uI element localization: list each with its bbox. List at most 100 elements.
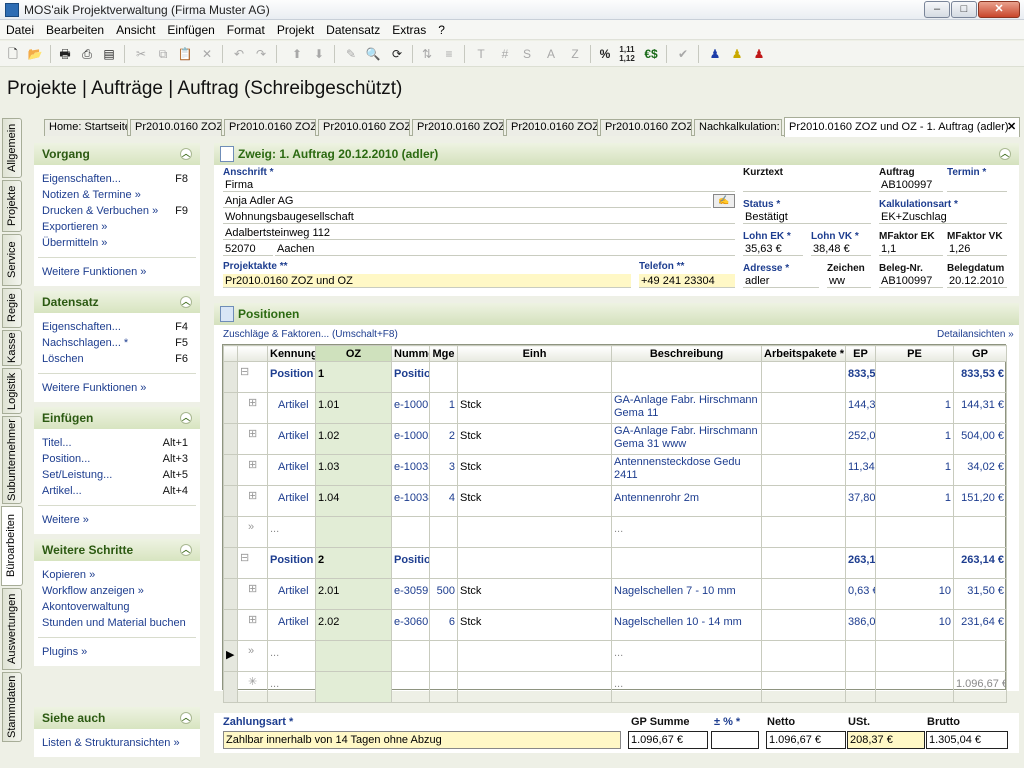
cell-kennung[interactable]: Position (267, 547, 316, 579)
zahlungsart-field[interactable]: Zahlbar innerhalb von 14 Tagen ohne Abzu… (223, 731, 621, 749)
doc-tab-8[interactable]: Pr2010.0160 ZOZ und OZ - 1. Auftrag (adl… (784, 117, 1020, 137)
cell-mge[interactable]: 3 (429, 454, 458, 486)
cell-ap[interactable] (761, 485, 846, 517)
cell-ap[interactable] (761, 578, 846, 610)
page-setup-icon[interactable]: ▤ (100, 45, 118, 63)
cell-nummer[interactable]: Position (391, 547, 430, 579)
task-link[interactable]: Stunden und Material buchen (34, 615, 200, 631)
open-icon[interactable]: 📂 (26, 45, 44, 63)
doc-tab-6[interactable]: Pr2010.0160 ZOZ (600, 119, 692, 136)
more-link[interactable]: Plugins » (34, 644, 200, 660)
task-link[interactable]: Kopieren » (34, 567, 200, 583)
cell-gp[interactable]: 31,50 € (953, 578, 1007, 610)
cell-nummer[interactable]: Position (391, 361, 430, 393)
cell-oz[interactable] (315, 516, 392, 548)
cell-gp[interactable]: 263,14 € (953, 547, 1007, 579)
cell-pe[interactable]: 1 (875, 485, 954, 517)
text-t-icon[interactable]: T (472, 45, 490, 63)
doc-tab-4[interactable]: Pr2010.0160 ZOZ (412, 119, 504, 136)
column-header-1[interactable]: OZ (315, 345, 392, 362)
row-selector[interactable] (223, 423, 238, 455)
close-button[interactable]: ✕ (978, 1, 1020, 18)
print-preview-icon[interactable]: ⎙ (78, 45, 96, 63)
cell-gp[interactable]: 1.096,67 € (953, 671, 1007, 703)
table-row[interactable]: ⊞Artikel1.01e-100011StckGA-Anlage Fabr. … (223, 392, 1007, 424)
cell-kennung[interactable]: Position (267, 361, 316, 393)
doc-tab-7[interactable]: Nachkalkulation: (694, 119, 782, 136)
cell-einh[interactable]: Stck (457, 609, 612, 641)
print-icon[interactable]: 🖶 (56, 45, 74, 63)
cell-beschr[interactable]: Antennenrohr 2m (611, 485, 762, 517)
cell-ep[interactable]: 833,53 € (845, 361, 876, 393)
menu-1[interactable]: Bearbeiten (40, 20, 110, 37)
belegnr-field[interactable]: AB100997 (879, 274, 943, 288)
cell-nummer[interactable]: e-10002 (391, 423, 430, 455)
collapse-chevron-icon[interactable]: ︿ (180, 148, 192, 160)
cell-nummer[interactable]: e-3059 (391, 578, 430, 610)
text-s-icon[interactable]: S (518, 45, 536, 63)
cell-nummer[interactable] (391, 671, 430, 703)
projektakte-field[interactable]: Pr2010.0160 ZOZ und OZ (223, 274, 631, 288)
adresse-field[interactable]: adler (743, 274, 819, 288)
cell-ep[interactable] (845, 671, 876, 703)
cell-ep[interactable]: 144,31 € (845, 392, 876, 424)
cell-mge[interactable]: 6 (429, 609, 458, 641)
tree-node-icon[interactable]: » (237, 640, 268, 672)
copy-icon[interactable]: ⧉ (154, 45, 172, 63)
cell-einh[interactable] (457, 361, 612, 393)
menu-4[interactable]: Format (221, 20, 271, 37)
cell-oz[interactable]: 2.02 (315, 609, 392, 641)
cell-ep[interactable]: 252,00 € (845, 423, 876, 455)
table-row[interactable]: ⊞Artikel1.04e-100384StckAntennenrohr 2m 3… (223, 485, 1007, 517)
redo-icon[interactable]: ↷ (252, 45, 270, 63)
vtab-9[interactable]: Stammdaten (2, 672, 22, 742)
anschrift-line-2[interactable]: Anja Adler AG (223, 194, 711, 208)
cell-einh[interactable]: Stck (457, 485, 612, 517)
cell-gp[interactable]: 833,53 € (953, 361, 1007, 393)
cell-beschr[interactable]: ... (611, 671, 762, 703)
decimal-icon[interactable]: 1,11 1,12 (618, 45, 636, 63)
table-row[interactable]: ⊟Position1Position833,53 €833,53 € (223, 361, 1007, 393)
cell-ap[interactable] (761, 547, 846, 579)
cell-gp[interactable]: 144,31 € (953, 392, 1007, 424)
task-link[interactable]: Nachschlagen... * F5 (34, 335, 200, 351)
task-link[interactable]: Drucken & Verbuchen » F9 (34, 203, 200, 219)
row-selector[interactable] (223, 516, 238, 548)
cell-ap[interactable] (761, 361, 846, 393)
task-group-header[interactable]: Weitere Schritte ︿ (34, 539, 200, 561)
new-icon[interactable]: 🗋 (4, 45, 22, 63)
task-link[interactable]: Löschen F6 (34, 351, 200, 367)
cell-mge[interactable]: 1 (429, 392, 458, 424)
column-header-8[interactable]: PE (875, 345, 954, 362)
zuschlaege-link[interactable]: Zuschläge & Faktoren... (Umschalt+F8) (223, 329, 398, 340)
collapse-chevron-icon[interactable]: ︿ (180, 544, 192, 556)
cell-kennung[interactable]: Artikel (267, 392, 316, 424)
vtab-6[interactable]: Subunternehmer (2, 416, 22, 504)
cell-mge[interactable] (429, 547, 458, 579)
cell-kennung[interactable]: ... (267, 640, 316, 672)
cell-pe[interactable]: 1 (875, 423, 954, 455)
cell-gp[interactable]: 34,02 € (953, 454, 1007, 486)
auftrag-field[interactable]: AB100997 (879, 178, 943, 192)
mfaktor-ek-field[interactable]: 1,1 (879, 242, 943, 256)
table-row[interactable]: ✳...... 1.096,67 € (223, 671, 1007, 703)
close-tab-icon[interactable]: ✕ (1007, 120, 1016, 133)
tree-node-icon[interactable]: ⊞ (237, 392, 268, 424)
table-row[interactable]: ▶»...... (223, 640, 1007, 672)
tree-node-icon[interactable]: ✳ (237, 671, 268, 703)
collapse-tree-icon[interactable]: ⊟ (237, 361, 268, 393)
task-link[interactable]: Position... Alt+3 (34, 451, 200, 467)
task-link[interactable]: Set/Leistung... Alt+5 (34, 467, 200, 483)
task-link[interactable]: Workflow anzeigen » (34, 583, 200, 599)
row-selector[interactable] (223, 361, 238, 393)
table-row[interactable]: ⊟Position2Position263,14 €263,14 € (223, 547, 1007, 579)
hash-icon[interactable]: # (496, 45, 514, 63)
task-link[interactable]: Exportieren » (34, 219, 200, 235)
cell-oz[interactable] (315, 671, 392, 703)
column-header-3[interactable]: Mge (429, 345, 458, 362)
termin-field[interactable] (947, 178, 1007, 192)
tree-node-icon[interactable]: ⊞ (237, 609, 268, 641)
cell-beschr[interactable]: Antennensteckdose Gedu 2411 (611, 454, 762, 486)
text-a-icon[interactable]: A (542, 45, 560, 63)
cell-ep[interactable] (845, 516, 876, 548)
